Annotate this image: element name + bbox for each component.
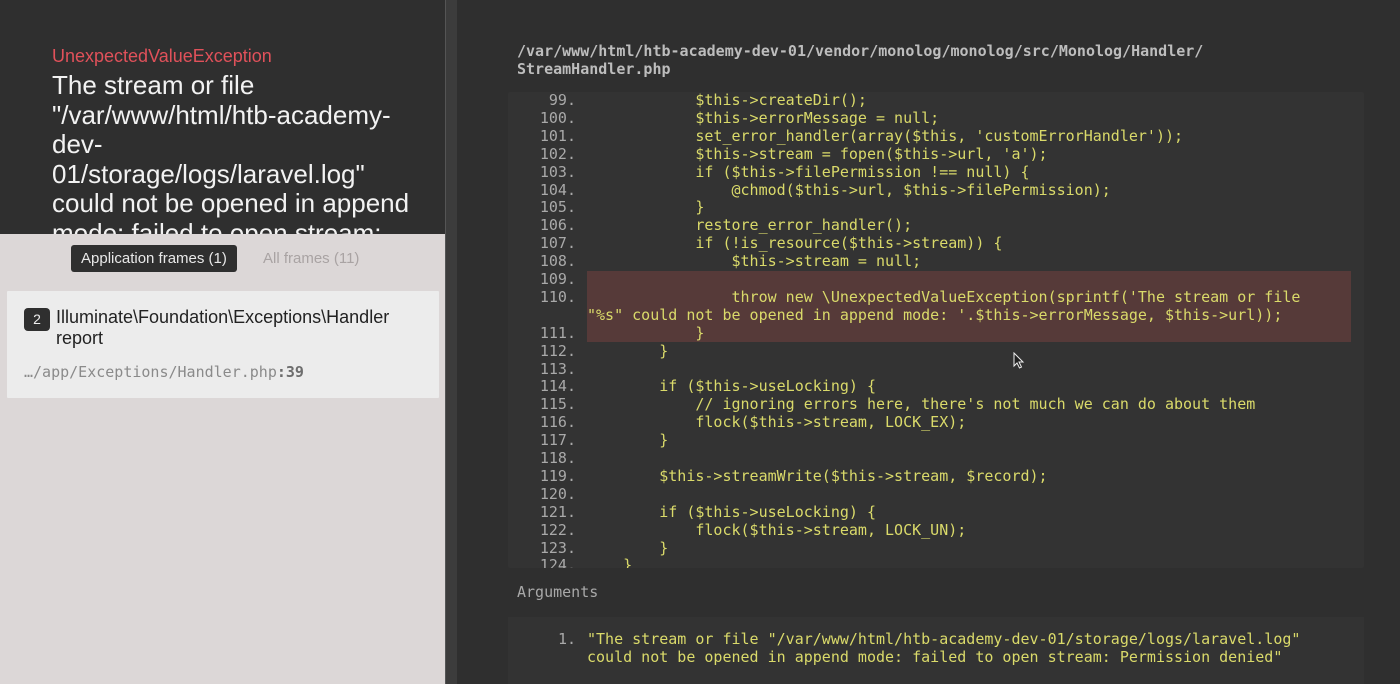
frame-file: …/app/Exceptions/Handler.php:39 bbox=[24, 363, 304, 381]
exception-message: The stream or file "/var/www/html/htb-ac… bbox=[52, 70, 410, 234]
code-text: if ($this->useLocking) { bbox=[587, 377, 876, 396]
code-text: } bbox=[587, 341, 669, 360]
code-text: $this->stream = null; bbox=[587, 252, 922, 271]
code-line: 117. } bbox=[508, 431, 1364, 450]
code-text: flock($this->stream, LOCK_UN); bbox=[587, 520, 967, 539]
frame-line-number: :39 bbox=[276, 363, 304, 381]
line-number: 113. bbox=[539, 359, 576, 378]
code-line: 121. if ($this->useLocking) { bbox=[508, 502, 1364, 522]
line-number: 122. bbox=[539, 520, 576, 539]
code-line: 108. $this->stream = null; bbox=[508, 252, 1364, 271]
line-number: 119. bbox=[539, 466, 576, 485]
details-panel: /var/www/html/htb-academy-dev-01/vendor/… bbox=[457, 0, 1400, 684]
code-text: $this->createDir(); bbox=[587, 92, 867, 109]
code-line: 107. if (!is_resource($this->stream)) { bbox=[508, 234, 1364, 253]
code-line: 109. bbox=[508, 270, 1364, 289]
code-line: 101. set_error_handler(array($this, 'cus… bbox=[508, 126, 1364, 146]
code-text: if (!is_resource($this->stream)) { bbox=[587, 234, 1003, 253]
code-viewer: 99. $this->createDir(); 100. $this->error… bbox=[508, 92, 1364, 568]
code-line: 106. restore_error_handler(); bbox=[508, 216, 1364, 235]
tab-all-frames[interactable]: All frames (11) bbox=[253, 245, 369, 272]
code-line: 102. $this->stream = fopen($this->url, '… bbox=[508, 144, 1364, 164]
code-text: flock($this->stream, LOCK_EX); bbox=[587, 413, 967, 432]
line-number: 102. bbox=[539, 144, 576, 163]
line-number: 109. bbox=[539, 270, 576, 288]
code-line: 116. flock($this->stream, LOCK_EX); bbox=[508, 413, 1364, 432]
code-text: throw new \UnexpectedValueException(spri… bbox=[587, 287, 1301, 306]
panel-divider[interactable] bbox=[445, 0, 457, 684]
line-number: 115. bbox=[539, 395, 576, 414]
line-number: 118. bbox=[539, 449, 576, 467]
code-text: } bbox=[587, 431, 669, 450]
line-number: 104. bbox=[539, 180, 576, 199]
exception-class: UnexpectedValueException bbox=[52, 46, 272, 66]
line-number: 114. bbox=[539, 377, 576, 396]
line-number: 100. bbox=[539, 108, 576, 127]
frame-tabs: Application frames (1) All frames (11) bbox=[0, 234, 445, 282]
code-line: 103. if ($this->filePermission !== null)… bbox=[508, 162, 1364, 182]
code-line: 120. bbox=[508, 484, 1364, 504]
line-number: 120. bbox=[539, 484, 576, 503]
code-text: } bbox=[587, 538, 669, 557]
code-line: 118. bbox=[508, 449, 1364, 468]
code-line: 122. flock($this->stream, LOCK_UN); bbox=[508, 520, 1364, 540]
code-line: 119. $this->streamWrite($this->stream, $… bbox=[508, 466, 1364, 486]
code-text: restore_error_handler(); bbox=[587, 216, 913, 235]
code-line: 123. } bbox=[508, 538, 1364, 558]
code-line: 99. $this->createDir(); bbox=[508, 92, 1364, 110]
code-line: 114. if ($this->useLocking) { bbox=[508, 377, 1364, 396]
code-line: 112. } bbox=[508, 341, 1364, 361]
code-text-wrapped: "%s" could not be opened in append mode:… bbox=[587, 305, 1283, 324]
code-line: 124. } bbox=[508, 556, 1364, 568]
code-line: 115. // ignoring errors here, there's no… bbox=[508, 395, 1364, 414]
line-number: 111. bbox=[539, 323, 576, 342]
code-text: $this->errorMessage = null; bbox=[587, 108, 940, 127]
code-line: 111. } bbox=[508, 323, 1364, 343]
source-file-path: /var/www/html/htb-academy-dev-01/vendor/… bbox=[517, 42, 1204, 78]
line-number: 121. bbox=[539, 502, 576, 521]
code-text: } bbox=[587, 556, 633, 568]
line-number: 107. bbox=[539, 234, 576, 253]
line-number: 105. bbox=[539, 198, 576, 217]
code-text: // ignoring errors here, there's not muc… bbox=[587, 395, 1256, 414]
line-number: 101. bbox=[539, 126, 576, 145]
argument-value: "The stream or file "/var/www/html/htb-a… bbox=[587, 630, 1301, 666]
code-line: 100. $this->errorMessage = null; bbox=[508, 108, 1364, 128]
exception-header: UnexpectedValueException The stream or f… bbox=[0, 0, 445, 234]
code-text: $this->stream = fopen($this->url, 'a'); bbox=[587, 144, 1048, 163]
code-text: set_error_handler(array($this, 'customEr… bbox=[587, 126, 1184, 145]
frame-index-badge: 2 bbox=[24, 308, 50, 331]
line-number: 123. bbox=[539, 538, 576, 557]
argument-index: 1. bbox=[557, 630, 576, 648]
code-line: 110. throw new \UnexpectedValueException… bbox=[508, 287, 1364, 325]
mouse-pointer-icon bbox=[1013, 352, 1025, 369]
code-line: 113. bbox=[508, 359, 1364, 379]
line-number: 99. bbox=[548, 92, 576, 109]
frame-class: Illuminate\Foundation\Exceptions\Handler… bbox=[56, 307, 390, 348]
frame-file-path: …/app/Exceptions/Handler.php bbox=[24, 363, 277, 381]
code-text: if ($this->filePermission !== null) { bbox=[587, 162, 1030, 181]
code-line: 104. @chmod($this->url, $this->filePermi… bbox=[508, 180, 1364, 200]
code-text: @chmod($this->url, $this->filePermission… bbox=[587, 180, 1111, 199]
frames-panel: UnexpectedValueException The stream or f… bbox=[0, 0, 445, 684]
line-number: 106. bbox=[539, 216, 576, 235]
tab-application-frames[interactable]: Application frames (1) bbox=[71, 245, 237, 272]
line-number: 112. bbox=[539, 341, 576, 360]
arguments-list: 1. "The stream or file "/var/www/html/ht… bbox=[508, 617, 1364, 684]
code-line: 105. } bbox=[508, 198, 1364, 217]
code-text: $this->streamWrite($this->stream, $recor… bbox=[587, 466, 1048, 485]
line-number: 110. bbox=[539, 287, 576, 306]
line-number: 116. bbox=[539, 413, 576, 432]
stack-frame[interactable]: 2 Illuminate\Foundation\Exceptions\Handl… bbox=[7, 291, 439, 398]
line-number: 124. bbox=[539, 556, 576, 568]
arguments-label: Arguments bbox=[517, 583, 599, 601]
code-text: } bbox=[587, 323, 705, 342]
line-number: 108. bbox=[539, 252, 576, 271]
line-number: 103. bbox=[539, 162, 576, 181]
code-text: if ($this->useLocking) { bbox=[587, 502, 876, 521]
code-text: } bbox=[587, 198, 705, 217]
line-number: 117. bbox=[539, 431, 576, 450]
